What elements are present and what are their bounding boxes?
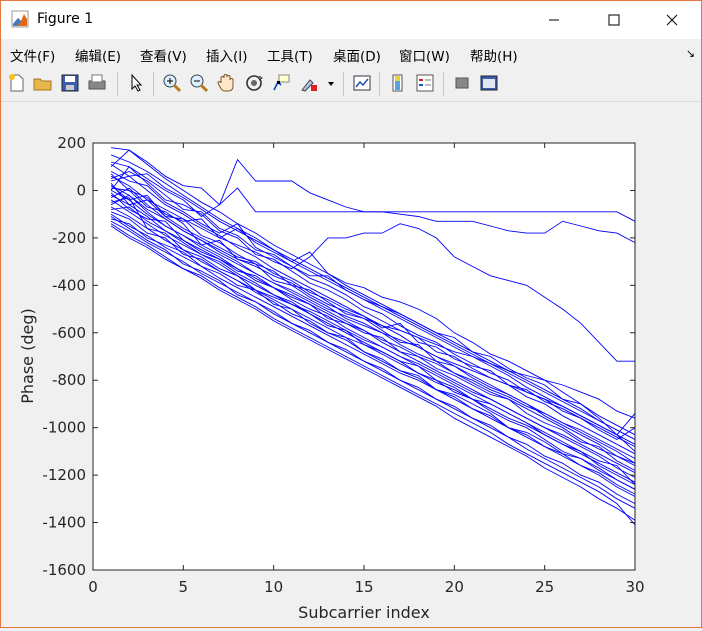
menu-window[interactable]: 窗口(W) xyxy=(399,45,450,65)
zoom-out-icon[interactable] xyxy=(188,72,210,94)
new-figure-icon[interactable] xyxy=(6,72,28,94)
x-tick-label: 10 xyxy=(264,578,283,596)
toolbar-separator xyxy=(153,72,154,96)
menu-overflow-icon[interactable]: ↘ xyxy=(686,47,695,60)
maximize-button[interactable] xyxy=(591,1,637,39)
y-tick-label: -1200 xyxy=(42,466,86,484)
open-file-icon[interactable] xyxy=(32,72,54,94)
x-tick-label: 0 xyxy=(88,578,98,596)
window-title: Figure 1 xyxy=(37,11,94,27)
toolbar-separator xyxy=(343,72,344,96)
figure-canvas: 0 5 10 15 20 25 30 200 0 -200 -400 -600 -800 -1000 -1… xyxy=(1,102,701,627)
legend-icon[interactable] xyxy=(414,72,436,94)
toolbar xyxy=(1,67,701,102)
x-axis-label: Subcarrier index xyxy=(298,603,430,622)
zoom-in-icon[interactable] xyxy=(161,72,183,94)
pan-hand-icon[interactable] xyxy=(215,72,237,94)
select-arrow-icon[interactable] xyxy=(125,72,147,94)
y-tick-label: -1400 xyxy=(42,514,86,532)
figure-window: Figure 1 文件(F) 编辑(E) 查看(V) 插入(I) 工具(T) 桌… xyxy=(0,0,702,628)
y-tick-label: -200 xyxy=(52,229,86,247)
menu-bar: 文件(F) 编辑(E) 查看(V) 插入(I) 工具(T) 桌面(D) 窗口(W… xyxy=(1,39,701,67)
toolbar-separator xyxy=(379,72,380,96)
y-tick-label: 0 xyxy=(76,181,86,199)
y-tick-label: -1600 xyxy=(42,561,86,579)
toolbar-separator xyxy=(117,72,118,96)
rotate-3d-icon[interactable] xyxy=(243,72,265,94)
save-icon[interactable] xyxy=(59,72,81,94)
minimize-icon xyxy=(549,19,559,21)
y-tick-label: -800 xyxy=(52,371,86,389)
x-tick-label: 30 xyxy=(625,578,644,596)
maximize-icon xyxy=(608,14,620,26)
show-plot-tools-icon[interactable] xyxy=(478,72,500,94)
menu-edit[interactable]: 编辑(E) xyxy=(75,45,121,65)
y-tick-label: -1000 xyxy=(42,419,86,437)
close-button[interactable] xyxy=(649,1,695,39)
y-axis-label: Phase (deg) xyxy=(18,308,37,404)
menu-insert[interactable]: 插入(I) xyxy=(206,45,248,65)
menu-help[interactable]: 帮助(H) xyxy=(470,45,518,65)
data-cursor-icon[interactable] xyxy=(270,72,292,94)
menu-tools[interactable]: 工具(T) xyxy=(267,45,313,65)
matlab-app-icon xyxy=(11,10,29,28)
link-plot-icon[interactable] xyxy=(351,72,373,94)
toolbar-separator xyxy=(443,72,444,96)
y-tick-label: 200 xyxy=(57,134,86,152)
phase-chart[interactable]: 0 5 10 15 20 25 30 200 0 -200 -400 -600 -800 -1000 -1… xyxy=(1,102,701,627)
menu-desktop[interactable]: 桌面(D) xyxy=(333,45,381,65)
hide-plot-tools-icon[interactable] xyxy=(451,72,473,94)
y-tick-label: -600 xyxy=(52,324,86,342)
y-tick-label: -400 xyxy=(52,276,86,294)
brush-icon[interactable] xyxy=(298,72,320,94)
menu-file[interactable]: 文件(F) xyxy=(10,45,55,65)
title-bar[interactable]: Figure 1 xyxy=(1,1,701,39)
print-icon[interactable] xyxy=(86,72,108,94)
brush-dropdown-icon[interactable] xyxy=(324,72,338,94)
minimize-button[interactable] xyxy=(531,1,577,39)
x-tick-label: 25 xyxy=(535,578,554,596)
menu-view[interactable]: 查看(V) xyxy=(140,45,187,65)
colorbar-icon[interactable] xyxy=(387,72,409,94)
close-icon xyxy=(666,14,678,26)
x-tick-label: 15 xyxy=(354,578,373,596)
x-tick-label: 5 xyxy=(179,578,189,596)
x-tick-label: 20 xyxy=(445,578,464,596)
